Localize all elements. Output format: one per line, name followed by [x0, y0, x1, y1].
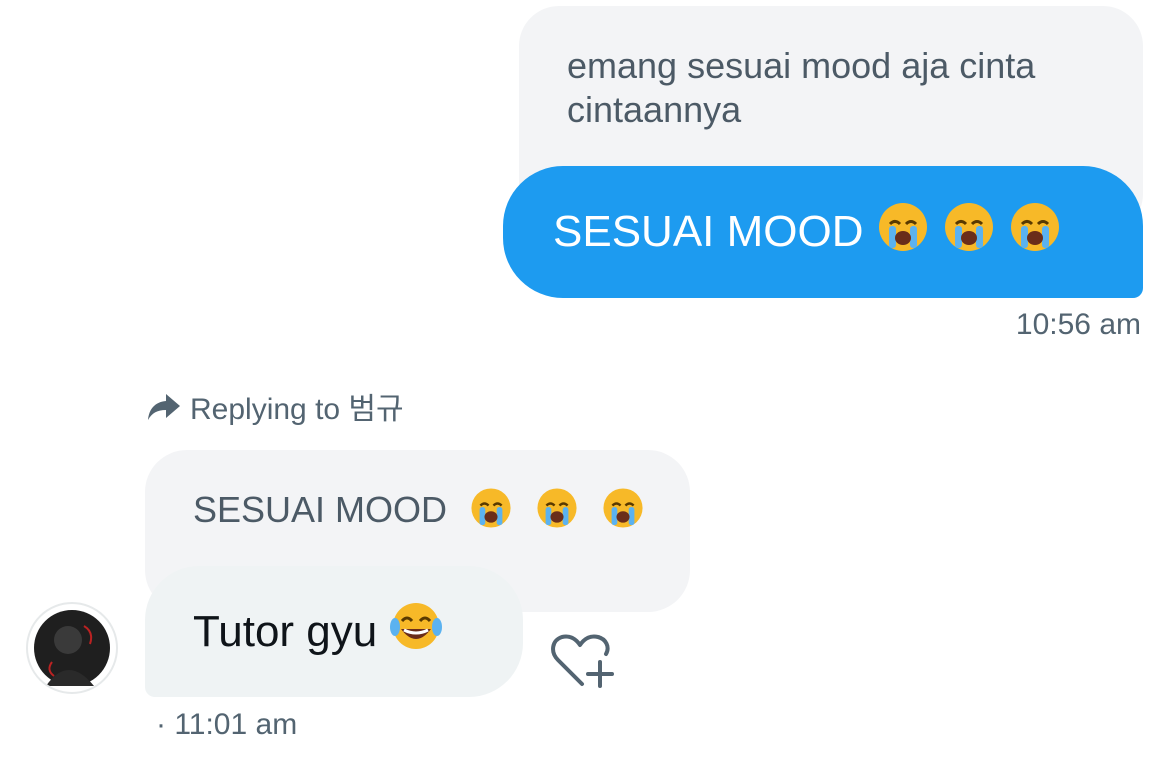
sent-message-bubble[interactable]: SESUAI MOOD: [503, 166, 1143, 298]
reply-arrow-icon: [146, 388, 182, 424]
quoted-text: SESUAI MOOD: [193, 489, 448, 530]
crying-face-emoji: [535, 488, 589, 530]
avatar-image: [34, 610, 110, 686]
crying-face-emoji: [876, 200, 930, 265]
crying-face-emoji: [1008, 200, 1062, 265]
add-reaction-button[interactable]: [548, 632, 618, 694]
tears-of-joy-emoji: [389, 599, 443, 664]
message-text: SESUAI MOOD: [553, 207, 864, 256]
heart-plus-icon: [551, 634, 614, 688]
message-timestamp: · 11:01 am: [156, 708, 298, 741]
message-text: Tutor gyu: [193, 606, 378, 656]
crying-face-emoji: [942, 200, 996, 265]
message-timestamp: 10:56 am: [1015, 308, 1141, 341]
crying-face-emoji: [601, 488, 645, 530]
replying-to-indicator[interactable]: Replying to 범규: [146, 384, 404, 428]
replying-to-label: Replying to 범규: [190, 393, 404, 426]
received-message-bubble[interactable]: Tutor gyu: [145, 566, 523, 697]
avatar[interactable]: [26, 602, 118, 694]
crying-face-emoji: [469, 488, 523, 530]
quoted-text: emang sesuai mood aja cinta cintaannya: [567, 45, 1036, 130]
